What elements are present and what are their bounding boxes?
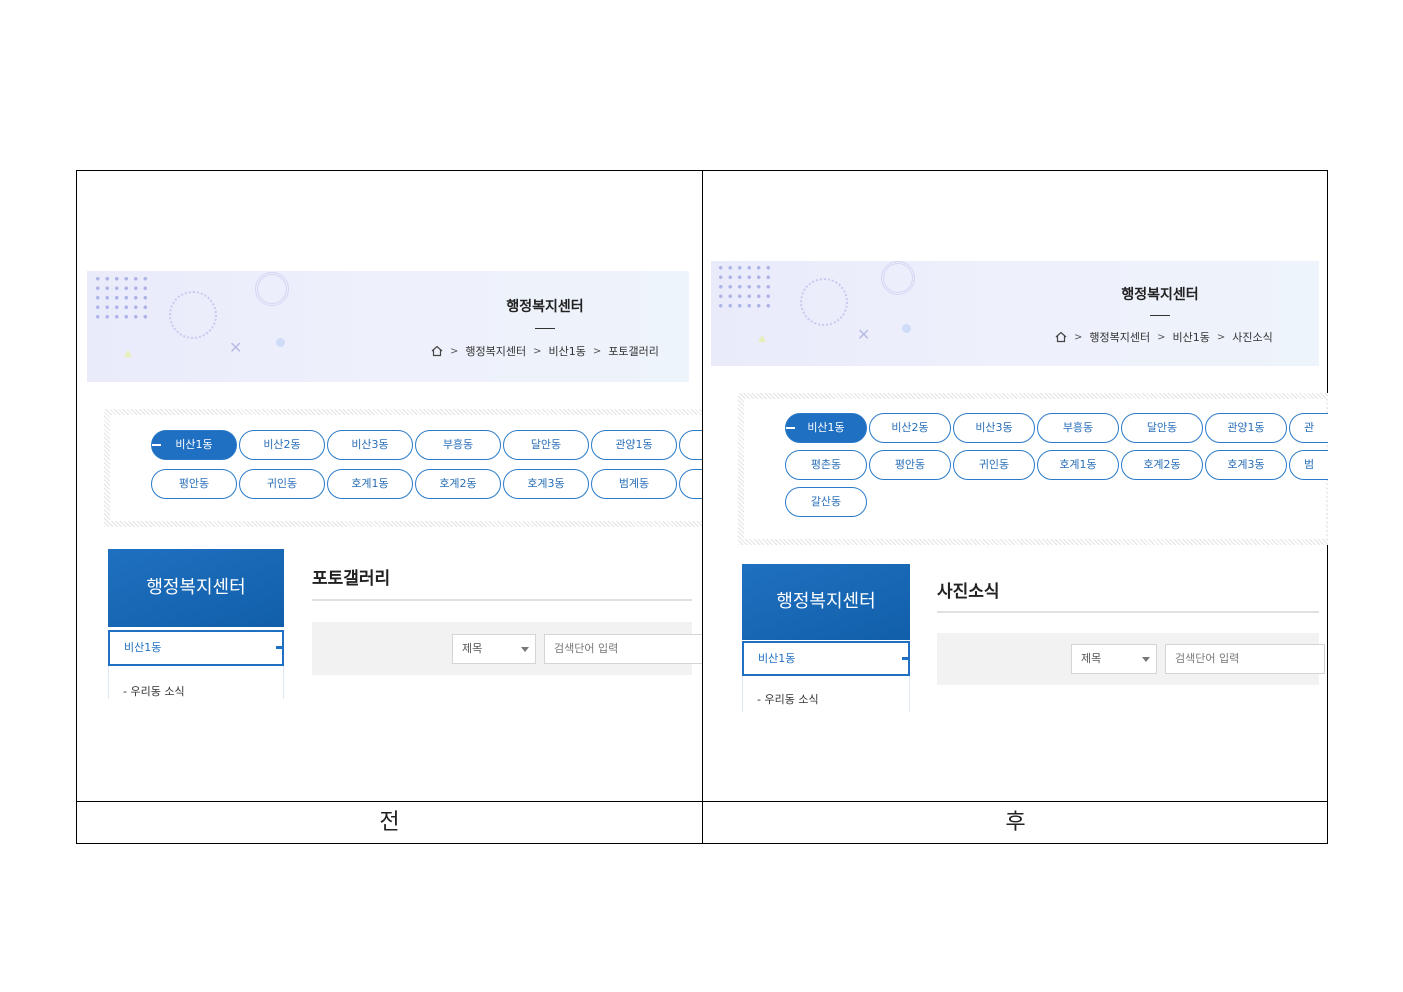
dong-tab[interactable]: 관	[1289, 413, 1328, 443]
dong-tab[interactable]: 평촌동	[785, 450, 867, 480]
dong-tab[interactable]: 호계1동	[1037, 450, 1119, 480]
breadcrumb-item[interactable]: 포토갤러리	[608, 343, 659, 359]
chevron-right-icon: >	[1157, 331, 1166, 343]
banner-title: 행정복지센터	[1121, 287, 1199, 303]
sidebar-sub-item[interactable]: - 우리동 소식	[123, 683, 185, 699]
search-input[interactable]: 검색단어 입력	[544, 634, 702, 664]
dong-tab[interactable]: 호계3동	[1205, 450, 1287, 480]
dong-tab[interactable]: 호계2동	[415, 469, 501, 499]
dong-tab[interactable]: 달안동	[503, 430, 589, 460]
dong-tab[interactable]: 관양1동	[1205, 413, 1287, 443]
page-title: 사진소식	[937, 582, 1000, 602]
before-screenshot: ✕ 행정복지센터 > 행정복지센터 > 비산1동 > 포토갤러리 비산1동 비산…	[87, 271, 702, 701]
decor-x-icon: ✕	[229, 338, 243, 357]
search-bar: 제목 검색단어 입력	[937, 633, 1325, 685]
dong-tab[interactable]: 귀인동	[239, 469, 325, 499]
dong-tab[interactable]: 갈산동	[785, 487, 867, 517]
dong-tab[interactable]: 호계1동	[327, 469, 413, 499]
chevron-down-icon	[521, 647, 529, 652]
breadcrumb: > 행정복지센터 > 비산1동 > 사진소식	[1055, 329, 1273, 345]
dots-pattern	[93, 274, 151, 324]
chevron-right-icon: >	[533, 345, 542, 357]
sidebar-item-selected[interactable]: 비산1동	[742, 641, 910, 676]
comparison-table: ✕ 행정복지센터 > 행정복지센터 > 비산1동 > 포토갤러리 비산1동 비산…	[76, 170, 1328, 844]
search-select[interactable]: 제목	[452, 634, 536, 664]
dong-tab[interactable]: 비산1동	[151, 430, 237, 460]
dong-tab[interactable]	[679, 430, 702, 460]
caption-after: 후	[1005, 810, 1026, 835]
dong-tab[interactable]: 평안동	[151, 469, 237, 499]
dots-pattern	[716, 263, 774, 313]
dong-tab[interactable]: 범계동	[591, 469, 677, 499]
search-input[interactable]: 검색단어 입력	[1165, 644, 1325, 674]
decor-bubble	[276, 338, 285, 347]
chevron-right-icon: >	[1074, 331, 1083, 343]
dong-tab[interactable]: 범	[1289, 450, 1328, 480]
home-icon[interactable]	[1055, 331, 1067, 343]
breadcrumb-item[interactable]: 비산1동	[549, 343, 586, 359]
dong-tab[interactable]: 부흥동	[1037, 413, 1119, 443]
dong-tab[interactable]	[679, 469, 702, 499]
sidebar-title: 행정복지센터	[742, 564, 910, 640]
banner-divider	[535, 328, 555, 329]
banner: ✕ 행정복지센터 > 행정복지센터 > 비산1동 > 사진소식	[711, 261, 1319, 366]
dong-tab[interactable]: 비산1동	[785, 413, 867, 443]
dong-tab[interactable]: 평안동	[869, 450, 951, 480]
dong-tab[interactable]: 귀인동	[953, 450, 1035, 480]
dong-tab[interactable]: 호계2동	[1121, 450, 1203, 480]
decor-ring	[255, 272, 289, 306]
banner-title: 행정복지센터	[506, 299, 584, 315]
dong-tab[interactable]: 비산2동	[869, 413, 951, 443]
decor-x-icon: ✕	[857, 325, 871, 344]
dong-tab[interactable]: 비산2동	[239, 430, 325, 460]
sidebar-sub-item[interactable]: - 우리동 소식	[757, 691, 819, 707]
chevron-down-icon	[1142, 657, 1150, 662]
page-title: 포토갤러리	[312, 569, 391, 589]
dong-tab-box: 비산1동 비산2동 비산3동 부흥동 달안동 관양1동 관 평촌동 평안동 귀인…	[738, 393, 1328, 545]
dong-tab[interactable]: 호계3동	[503, 469, 589, 499]
sidebar-title: 행정복지센터	[108, 549, 284, 627]
decor-ring	[169, 291, 217, 339]
decor-ring	[800, 278, 848, 326]
breadcrumb-item[interactable]: 사진소식	[1232, 329, 1272, 345]
breadcrumb-item[interactable]: 비산1동	[1173, 329, 1210, 345]
dong-tab[interactable]: 달안동	[1121, 413, 1203, 443]
home-icon[interactable]	[431, 345, 443, 357]
banner-divider	[1150, 315, 1170, 316]
caption-before: 전	[77, 802, 703, 844]
dong-tab[interactable]: 관양1동	[591, 430, 677, 460]
search-select[interactable]: 제목	[1071, 644, 1157, 674]
chevron-right-icon: >	[592, 345, 602, 357]
banner: ✕ 행정복지센터 > 행정복지센터 > 비산1동 > 포토갤러리	[87, 271, 689, 382]
breadcrumb-item[interactable]: 행정복지센터	[1089, 329, 1150, 345]
search-bar: 제목 검색단어 입력	[312, 622, 702, 675]
decor-ring	[881, 261, 915, 295]
decor-triangle	[124, 350, 132, 357]
after-cell: ✕ 행정복지센터 > 행정복지센터 > 비산1동 > 사진소식 비산1동 비산2…	[703, 171, 1328, 801]
dong-tab[interactable]: 비산3동	[953, 413, 1035, 443]
before-cell: ✕ 행정복지센터 > 행정복지센터 > 비산1동 > 포토갤러리 비산1동 비산…	[77, 171, 703, 801]
dong-tab[interactable]: 부흥동	[415, 430, 501, 460]
dong-tab-box: 비산1동 비산2동 비산3동 부흥동 달안동 관양1동 평안동 귀인동 호계1동…	[104, 409, 702, 527]
dong-tab[interactable]: 비산3동	[327, 430, 413, 460]
chevron-right-icon: >	[1216, 331, 1226, 343]
decor-bubble	[902, 324, 911, 333]
after-screenshot: ✕ 행정복지센터 > 행정복지센터 > 비산1동 > 사진소식 비산1동 비산2…	[711, 261, 1328, 713]
sidebar-item-selected[interactable]: 비산1동	[108, 630, 284, 666]
breadcrumb: > 행정복지센터 > 비산1동 > 포토갤러리	[431, 343, 659, 359]
chevron-right-icon: >	[450, 345, 459, 357]
decor-triangle	[758, 335, 766, 342]
breadcrumb-item[interactable]: 행정복지센터	[465, 343, 526, 359]
